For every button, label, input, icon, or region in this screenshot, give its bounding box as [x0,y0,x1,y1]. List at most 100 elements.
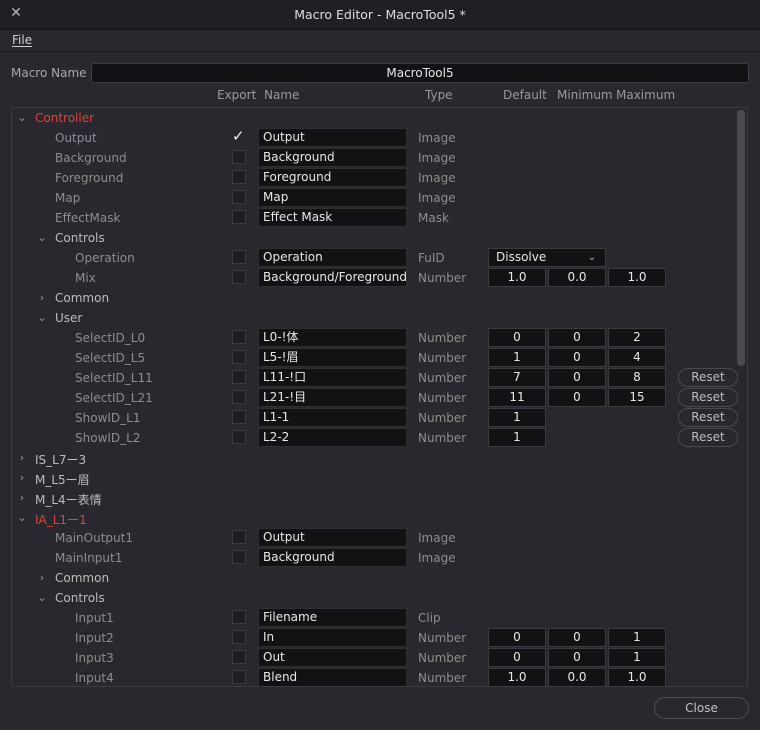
name-field[interactable]: L2-2 [258,428,407,447]
name-field[interactable]: L21-!目 [258,388,407,407]
maximum-field[interactable]: 15 [608,388,666,407]
default-field[interactable]: 0 [488,648,546,667]
export-checkbox[interactable] [232,190,246,204]
export-checkbox[interactable] [232,250,246,264]
name-field[interactable]: Foreground [258,168,407,187]
tree-group-controls[interactable]: ⌄ Controls [12,228,732,248]
name-field[interactable]: L11-!口 [258,368,407,387]
name-field[interactable]: Background [258,548,407,567]
reset-button[interactable]: Reset [678,428,738,447]
export-checkbox[interactable] [232,650,246,664]
name-field[interactable]: Operation [258,248,407,267]
name-field[interactable]: L5-!眉 [258,348,407,367]
tree-row-input3: Input3 Out Number 0 0 1 [12,648,732,668]
export-checkbox[interactable] [232,170,246,184]
chevron-right-icon[interactable]: › [17,471,27,485]
export-checkbox[interactable] [232,270,246,284]
minimum-field[interactable]: 0.0 [548,668,606,686]
tree-group-m-l5[interactable]: › M_L5ー眉 [12,468,732,488]
chevron-down-icon[interactable]: ⌄ [17,511,27,525]
export-checkbox[interactable] [232,610,246,624]
reset-button[interactable]: Reset [678,408,738,427]
export-checkbox[interactable] [232,390,246,404]
window-title: Macro Editor - MacroTool5 * [294,7,466,22]
default-field[interactable]: 1 [488,408,546,427]
export-checkbox[interactable] [232,550,246,564]
export-checkbox[interactable] [232,350,246,364]
name-field[interactable]: L1-1 [258,408,407,427]
macro-name-input[interactable]: MacroTool5 [91,63,749,83]
default-field[interactable]: 11 [488,388,546,407]
chevron-down-icon[interactable]: ⌄ [37,591,47,605]
minimum-field[interactable]: 0 [548,348,606,367]
export-checkbox[interactable] [232,127,246,145]
macro-tree[interactable]: ⌄ Controller Output Output Image Backgro… [11,107,748,687]
export-checkbox[interactable] [232,670,246,684]
name-field[interactable]: Blend [258,668,407,686]
chevron-right-icon[interactable]: › [17,451,27,465]
chevron-down-icon[interactable]: ⌄ [37,311,47,325]
default-field[interactable]: 1 [488,348,546,367]
menu-file[interactable]: File [12,33,32,47]
name-field[interactable]: Background [258,148,407,167]
maximum-field[interactable]: 1 [608,648,666,667]
export-checkbox[interactable] [232,370,246,384]
name-field[interactable]: Map [258,188,407,207]
tree-group-controls-2[interactable]: ⌄ Controls [12,588,732,608]
type-label: Number [418,371,467,385]
name-field[interactable]: Out [258,648,407,667]
tree-group-is-l7[interactable]: › IS_L7ー3 [12,448,732,468]
type-label: Number [418,651,467,665]
tree-group-user[interactable]: ⌄ User [12,308,732,328]
reset-button[interactable]: Reset [678,368,738,387]
default-field[interactable]: 7 [488,368,546,387]
default-field[interactable]: 0 [488,628,546,647]
default-field[interactable]: 1.0 [488,268,546,287]
minimum-field[interactable]: 0 [548,648,606,667]
export-checkbox[interactable] [232,330,246,344]
maximum-field[interactable]: 1 [608,628,666,647]
vertical-scrollbar[interactable] [737,110,745,366]
header-maximum: Maximum [616,88,676,102]
tree-group-m-l4[interactable]: › M_L4ー表情 [12,488,732,508]
export-checkbox[interactable] [232,410,246,424]
name-field[interactable]: Filename [258,608,407,627]
maximum-field[interactable]: 1.0 [608,668,666,686]
name-field[interactable]: L0-!体 [258,328,407,347]
name-field[interactable]: Effect Mask [258,208,407,227]
chevron-down-icon[interactable]: ⌄ [37,231,47,245]
tree-group-controller[interactable]: ⌄ Controller [12,108,732,128]
chevron-right-icon[interactable]: › [37,571,47,585]
chevron-down-icon[interactable]: ⌄ [17,111,27,125]
maximum-field[interactable]: 8 [608,368,666,387]
minimum-field[interactable]: 0 [548,328,606,347]
maximum-field[interactable]: 1.0 [608,268,666,287]
minimum-field[interactable]: 0.0 [548,268,606,287]
minimum-field[interactable]: 0 [548,388,606,407]
name-field[interactable]: Background/Foreground [258,268,407,287]
export-checkbox[interactable] [232,530,246,544]
default-field[interactable]: 1 [488,428,546,447]
default-field[interactable]: 0 [488,328,546,347]
default-field[interactable]: 1.0 [488,668,546,686]
tree-group-common-2[interactable]: › Common [12,568,732,588]
export-checkbox[interactable] [232,150,246,164]
tree-row-output: Output Output Image [12,127,732,148]
tree-group-ia-l1[interactable]: ⌄ IA_L1ー1 [12,508,732,528]
export-checkbox[interactable] [232,430,246,444]
name-field[interactable]: Output [258,128,407,147]
name-field[interactable]: In [258,628,407,647]
chevron-right-icon[interactable]: › [17,491,27,505]
minimum-field[interactable]: 0 [548,628,606,647]
reset-button[interactable]: Reset [678,388,738,407]
minimum-field[interactable]: 0 [548,368,606,387]
maximum-field[interactable]: 4 [608,348,666,367]
export-checkbox[interactable] [232,210,246,224]
name-field[interactable]: Output [258,528,407,547]
tree-group-common[interactable]: › Common [12,288,732,308]
maximum-field[interactable]: 2 [608,328,666,347]
chevron-right-icon[interactable]: › [37,291,47,305]
export-checkbox[interactable] [232,630,246,644]
operation-dropdown[interactable]: Dissolve ⌄ [488,248,606,267]
close-button[interactable]: Close [654,697,749,719]
